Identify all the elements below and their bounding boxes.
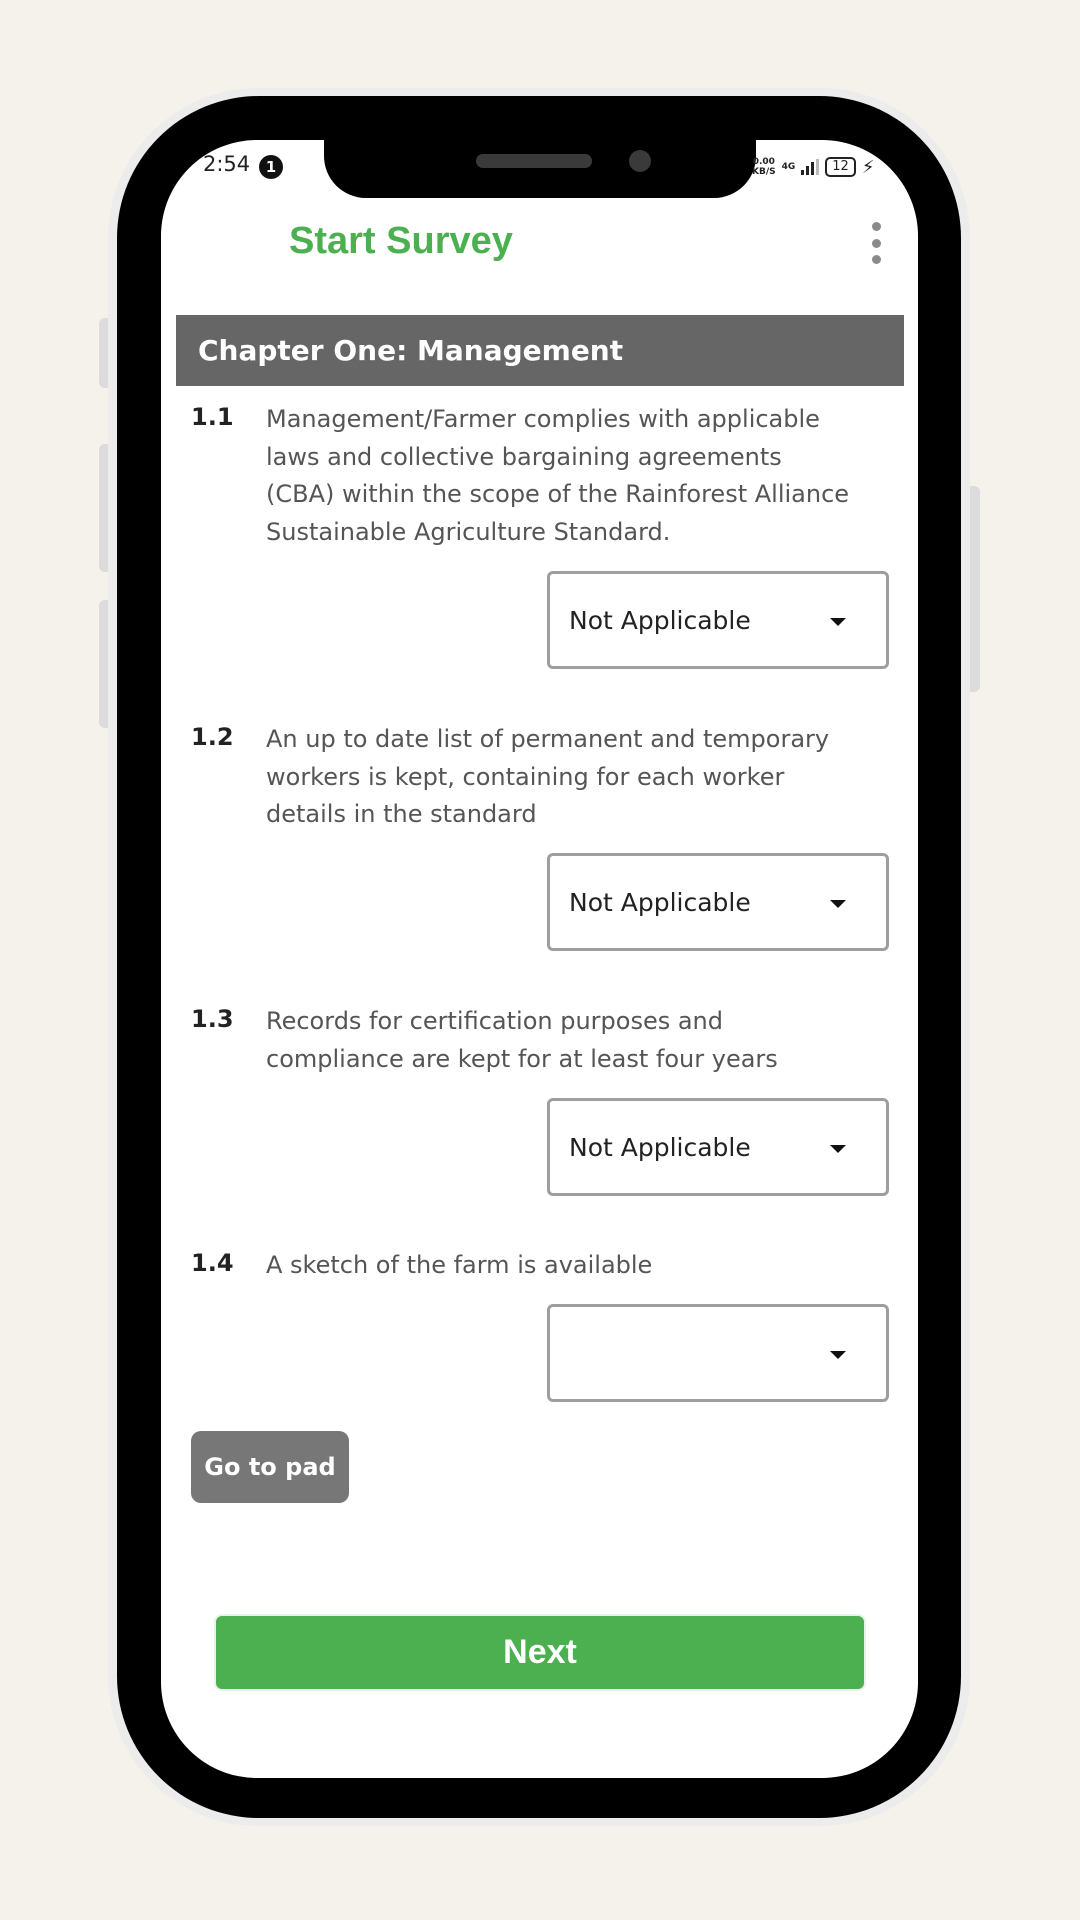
question-text: Management/Farmer complies with applicab… (266, 405, 850, 546)
dropdown-arrow-icon (830, 900, 846, 908)
status-icons: 0.00 KB/S 4G 12 ⚡ (752, 152, 874, 182)
dropdown-arrow-icon (830, 618, 846, 626)
dropdown-arrow-icon (830, 1351, 846, 1359)
question-number: 1.4 (191, 1249, 234, 1277)
notification-badge: 1 (259, 155, 283, 179)
camera-notch (324, 140, 756, 198)
network-speed: 0.00 KB/S (752, 157, 776, 177)
speaker-grille (476, 154, 592, 168)
answer-dropdown[interactable]: Not Applicable (547, 1098, 889, 1196)
answer-dropdown[interactable]: Not Applicable (547, 571, 889, 669)
question-text: A sketch of the farm is available (266, 1251, 653, 1279)
overflow-menu-icon[interactable] (864, 222, 888, 264)
chapter-header: Chapter One: Management (176, 315, 904, 386)
dropdown-arrow-icon (830, 1145, 846, 1153)
network-speed-unit: KB/S (752, 167, 776, 177)
status-time: 2:54 (203, 152, 251, 176)
question-number: 1.3 (191, 1005, 234, 1033)
page-title: Start Survey (289, 220, 513, 262)
question-number: 1.2 (191, 723, 234, 751)
question-text: An up to date list of permanent and temp… (266, 725, 830, 828)
signal-icon (801, 159, 820, 175)
front-camera (629, 150, 651, 172)
battery-icon: 12 (825, 157, 856, 177)
answer-dropdown[interactable]: Not Applicable (547, 853, 889, 951)
answer-dropdown[interactable] (547, 1304, 889, 1402)
go-to-pad-button[interactable]: Go to pad (191, 1431, 349, 1503)
device-frame: 2:54 1 0.00 KB/S 4G 12 ⚡ Start Survey Ch… (0, 0, 1080, 1920)
charging-icon: ⚡ (861, 156, 875, 178)
network-type-label: 4G (781, 162, 796, 172)
question-text: Records for certification purposes and c… (266, 1007, 778, 1073)
network-speed-value: 0.00 (752, 157, 775, 167)
next-button[interactable]: Next (214, 1614, 866, 1691)
question-number: 1.1 (191, 403, 234, 431)
